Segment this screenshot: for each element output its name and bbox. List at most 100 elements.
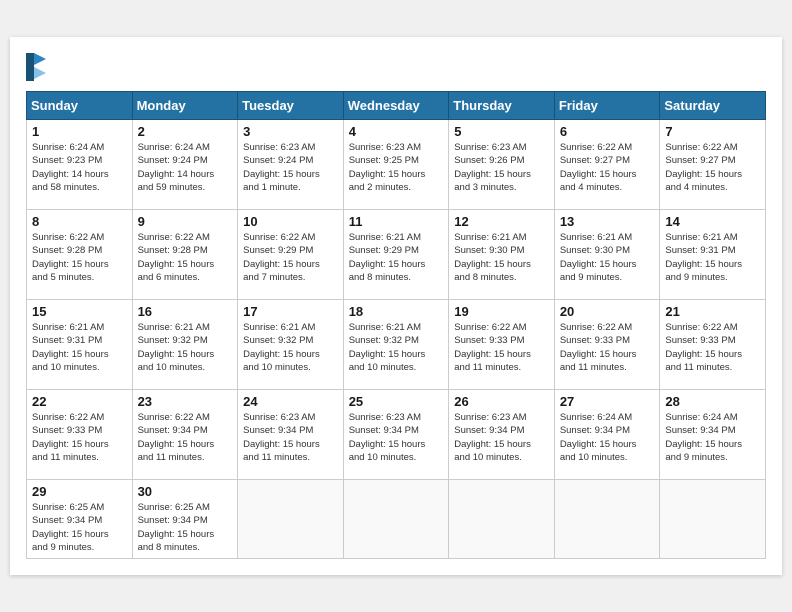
calendar-cell: 14 Sunrise: 6:21 AM Sunset: 9:31 PM Dayli… — [660, 209, 766, 299]
calendar-cell: 7 Sunrise: 6:22 AM Sunset: 9:27 PM Daylig… — [660, 119, 766, 209]
cell-info: Sunrise: 6:21 AM Sunset: 9:32 PM Dayligh… — [243, 321, 338, 374]
cell-info: Sunrise: 6:22 AM Sunset: 9:27 PM Dayligh… — [665, 141, 760, 194]
day-number: 17 — [243, 304, 338, 319]
cell-info: Sunrise: 6:24 AM Sunset: 9:24 PM Dayligh… — [138, 141, 233, 194]
calendar-cell: 6 Sunrise: 6:22 AM Sunset: 9:27 PM Daylig… — [554, 119, 660, 209]
day-number: 29 — [32, 484, 127, 499]
calendar-cell: 20 Sunrise: 6:22 AM Sunset: 9:33 PM Dayli… — [554, 299, 660, 389]
cell-info: Sunrise: 6:21 AM Sunset: 9:30 PM Dayligh… — [454, 231, 549, 284]
day-number: 18 — [349, 304, 444, 319]
day-header-friday: Friday — [554, 91, 660, 119]
calendar-cell: 19Sunrise: 6:22 AM Sunset: 9:33 PM Dayli… — [449, 299, 555, 389]
calendar-cell: 26 Sunrise: 6:23 AM Sunset: 9:34 PM Dayli… — [449, 389, 555, 479]
calendar-cell: 16 Sunrise: 6:21 AM Sunset: 9:32 PM Dayli… — [132, 299, 238, 389]
calendar-cell: 18 Sunrise: 6:21 AM Sunset: 9:32 PM Dayli… — [343, 299, 449, 389]
day-number: 21 — [665, 304, 760, 319]
cell-info: Sunrise: 6:22 AM Sunset: 9:33 PM Dayligh… — [454, 321, 549, 374]
calendar-cell — [449, 479, 555, 558]
calendar-cell: 2 Sunrise: 6:24 AM Sunset: 9:24 PM Daylig… — [132, 119, 238, 209]
calendar-cell: 21 Sunrise: 6:22 AM Sunset: 9:33 PM Dayli… — [660, 299, 766, 389]
day-number: 10 — [243, 214, 338, 229]
day-number: 1 — [32, 124, 127, 139]
calendar-header-row: SundayMondayTuesdayWednesdayThursdayFrid… — [27, 91, 766, 119]
calendar-cell: 9 Sunrise: 6:22 AM Sunset: 9:28 PM Daylig… — [132, 209, 238, 299]
day-number: 20 — [560, 304, 655, 319]
cell-info: Sunrise: 6:23 AM Sunset: 9:24 PM Dayligh… — [243, 141, 338, 194]
cell-info: Sunrise: 6:22 AM Sunset: 9:33 PM Dayligh… — [560, 321, 655, 374]
calendar-cell — [554, 479, 660, 558]
day-number: 5 — [454, 124, 549, 139]
day-number: 11 — [349, 214, 444, 229]
cell-info: Sunrise: 6:23 AM Sunset: 9:26 PM Dayligh… — [454, 141, 549, 194]
logo-icon — [26, 53, 46, 81]
cell-info: Sunrise: 6:24 AM Sunset: 9:34 PM Dayligh… — [560, 411, 655, 464]
calendar-cell: 13Sunrise: 6:21 AM Sunset: 9:30 PM Dayli… — [554, 209, 660, 299]
day-number: 23 — [138, 394, 233, 409]
calendar-cell: 30 Sunrise: 6:25 AM Sunset: 9:34 PM Dayli… — [132, 479, 238, 558]
day-number: 7 — [665, 124, 760, 139]
calendar-cell: 29 Sunrise: 6:25 AM Sunset: 9:34 PM Dayli… — [27, 479, 133, 558]
calendar-cell: 24 Sunrise: 6:23 AM Sunset: 9:34 PM Dayli… — [238, 389, 344, 479]
day-number: 4 — [349, 124, 444, 139]
day-number: 25 — [349, 394, 444, 409]
day-number: 28 — [665, 394, 760, 409]
cell-info: Sunrise: 6:21 AM Sunset: 9:32 PM Dayligh… — [138, 321, 233, 374]
cell-info: Sunrise: 6:22 AM Sunset: 9:29 PM Dayligh… — [243, 231, 338, 284]
cell-info: Sunrise: 6:22 AM Sunset: 9:28 PM Dayligh… — [32, 231, 127, 284]
cell-info: Sunrise: 6:22 AM Sunset: 9:33 PM Dayligh… — [665, 321, 760, 374]
day-number: 12 — [454, 214, 549, 229]
cell-info: Sunrise: 6:22 AM Sunset: 9:34 PM Dayligh… — [138, 411, 233, 464]
cell-info: Sunrise: 6:25 AM Sunset: 9:34 PM Dayligh… — [138, 501, 233, 554]
calendar-cell: 3 Sunrise: 6:23 AM Sunset: 9:24 PM Daylig… — [238, 119, 344, 209]
calendar-table: SundayMondayTuesdayWednesdayThursdayFrid… — [26, 91, 766, 559]
cell-info: Sunrise: 6:22 AM Sunset: 9:27 PM Dayligh… — [560, 141, 655, 194]
cell-info: Sunrise: 6:23 AM Sunset: 9:34 PM Dayligh… — [349, 411, 444, 464]
day-number: 6 — [560, 124, 655, 139]
cell-info: Sunrise: 6:21 AM Sunset: 9:30 PM Dayligh… — [560, 231, 655, 284]
calendar-cell: 4 Sunrise: 6:23 AM Sunset: 9:25 PM Daylig… — [343, 119, 449, 209]
day-number: 30 — [138, 484, 233, 499]
day-number: 3 — [243, 124, 338, 139]
calendar-cell: 28Sunrise: 6:24 AM Sunset: 9:34 PM Dayli… — [660, 389, 766, 479]
calendar-cell: 1 Sunrise: 6:24 AM Sunset: 9:23 PM Daylig… — [27, 119, 133, 209]
calendar-cell: 10 Sunrise: 6:22 AM Sunset: 9:29 PM Dayli… — [238, 209, 344, 299]
day-number: 22 — [32, 394, 127, 409]
day-header-wednesday: Wednesday — [343, 91, 449, 119]
day-number: 15 — [32, 304, 127, 319]
calendar-cell: 15 Sunrise: 6:21 AM Sunset: 9:31 PM Dayli… — [27, 299, 133, 389]
calendar-cell: 12 Sunrise: 6:21 AM Sunset: 9:30 PM Dayli… — [449, 209, 555, 299]
cell-info: Sunrise: 6:21 AM Sunset: 9:31 PM Dayligh… — [665, 231, 760, 284]
day-number: 2 — [138, 124, 233, 139]
day-header-monday: Monday — [132, 91, 238, 119]
cell-info: Sunrise: 6:25 AM Sunset: 9:34 PM Dayligh… — [32, 501, 127, 554]
day-header-tuesday: Tuesday — [238, 91, 344, 119]
day-number: 9 — [138, 214, 233, 229]
day-header-saturday: Saturday — [660, 91, 766, 119]
day-number: 26 — [454, 394, 549, 409]
cell-info: Sunrise: 6:23 AM Sunset: 9:34 PM Dayligh… — [243, 411, 338, 464]
day-number: 16 — [138, 304, 233, 319]
cell-info: Sunrise: 6:24 AM Sunset: 9:23 PM Dayligh… — [32, 141, 127, 194]
calendar-cell: 11 Sunrise: 6:21 AM Sunset: 9:29 PM Dayli… — [343, 209, 449, 299]
day-number: 14 — [665, 214, 760, 229]
calendar-cell: 25 Sunrise: 6:23 AM Sunset: 9:34 PM Dayli… — [343, 389, 449, 479]
calendar-cell: 17 Sunrise: 6:21 AM Sunset: 9:32 PM Dayli… — [238, 299, 344, 389]
calendar-cell: 5 Sunrise: 6:23 AM Sunset: 9:26 PM Daylig… — [449, 119, 555, 209]
calendar-cell: 8Sunrise: 6:22 AM Sunset: 9:28 PM Daylig… — [27, 209, 133, 299]
cell-info: Sunrise: 6:23 AM Sunset: 9:34 PM Dayligh… — [454, 411, 549, 464]
cell-info: Sunrise: 6:21 AM Sunset: 9:29 PM Dayligh… — [349, 231, 444, 284]
day-number: 24 — [243, 394, 338, 409]
cell-info: Sunrise: 6:21 AM Sunset: 9:32 PM Dayligh… — [349, 321, 444, 374]
cell-info: Sunrise: 6:22 AM Sunset: 9:33 PM Dayligh… — [32, 411, 127, 464]
day-header-thursday: Thursday — [449, 91, 555, 119]
cell-info: Sunrise: 6:22 AM Sunset: 9:28 PM Dayligh… — [138, 231, 233, 284]
cell-info: Sunrise: 6:21 AM Sunset: 9:31 PM Dayligh… — [32, 321, 127, 374]
calendar-container: SundayMondayTuesdayWednesdayThursdayFrid… — [10, 37, 782, 575]
calendar-cell — [238, 479, 344, 558]
calendar-cell — [660, 479, 766, 558]
day-header-sunday: Sunday — [27, 91, 133, 119]
calendar-cell: 27Sunrise: 6:24 AM Sunset: 9:34 PM Dayli… — [554, 389, 660, 479]
calendar-cell: 22 Sunrise: 6:22 AM Sunset: 9:33 PM Dayli… — [27, 389, 133, 479]
calendar-header — [26, 53, 766, 81]
cell-info: Sunrise: 6:23 AM Sunset: 9:25 PM Dayligh… — [349, 141, 444, 194]
